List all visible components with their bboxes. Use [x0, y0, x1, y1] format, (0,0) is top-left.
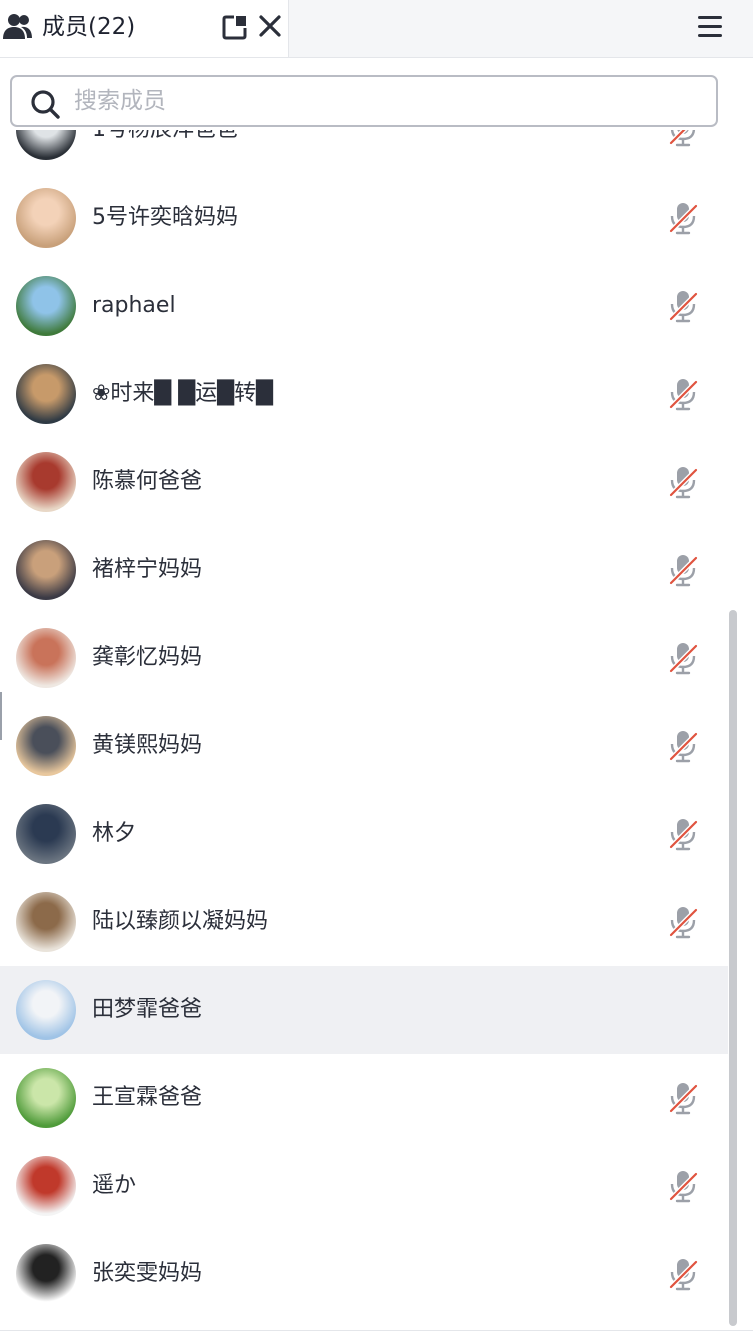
mic-muted-icon[interactable] [666, 1256, 700, 1296]
panel-header: 成员(22) [0, 0, 753, 58]
mic-muted-icon[interactable] [666, 904, 700, 944]
member-name: 陆以臻颜以凝妈妈 [92, 909, 269, 934]
member-row[interactable]: ❀时来█ █运█转█ [0, 350, 728, 438]
mic-muted-icon[interactable] [666, 728, 700, 768]
avatar [16, 452, 76, 512]
avatar [16, 716, 76, 776]
divider [0, 1330, 753, 1331]
member-list[interactable]: 1号杨辰洋爸爸 5号许奕晗妈妈 raphael ❀时来█ █运█转█ 陈慕何爸爸褚梓宁妈… [0, 130, 728, 1330]
members-tab[interactable]: 成员(22) [0, 0, 289, 57]
member-row[interactable]: raphael [0, 262, 728, 350]
member-row[interactable]: 1号杨辰洋爸爸 [0, 130, 728, 174]
mic-muted-icon[interactable] [666, 552, 700, 592]
members-icon [2, 12, 34, 46]
search-icon [30, 89, 60, 123]
member-name: raphael [92, 293, 176, 318]
avatar [16, 1156, 76, 1216]
member-name: 褚梓宁妈妈 [92, 557, 203, 582]
mic-muted-icon[interactable] [666, 816, 700, 856]
member-row[interactable]: 张奕雯妈妈 [0, 1230, 728, 1318]
member-row[interactable]: 褚梓宁妈妈 [0, 526, 728, 614]
mic-muted-icon[interactable] [666, 200, 700, 240]
avatar [16, 628, 76, 688]
search-input[interactable] [74, 83, 694, 119]
mic-muted-icon[interactable] [666, 130, 700, 152]
member-name: 黄镁熙妈妈 [92, 733, 203, 758]
mic-muted-icon[interactable] [666, 464, 700, 504]
member-name: 遥か [92, 1173, 137, 1198]
mic-muted-icon[interactable] [666, 1080, 700, 1120]
member-row[interactable]: 龚彰忆妈妈 [0, 614, 728, 702]
menu-icon[interactable] [696, 14, 724, 44]
member-name: ❀时来█ █运█转█ [92, 381, 274, 406]
member-row[interactable]: 陈慕何爸爸 [0, 438, 728, 526]
mic-muted-icon[interactable] [666, 288, 700, 328]
member-name: 田梦霏爸爸 [92, 997, 203, 1022]
member-row[interactable]: 陆以臻颜以凝妈妈 [0, 878, 728, 966]
avatar [16, 540, 76, 600]
mic-muted-icon[interactable] [666, 376, 700, 416]
avatar [16, 364, 76, 424]
member-row[interactable]: 林夕 [0, 790, 728, 878]
popout-icon[interactable] [222, 14, 248, 44]
tab-title: 成员(22) [42, 14, 136, 40]
member-name: 1号杨辰洋爸爸 [92, 130, 238, 146]
avatar [16, 892, 76, 952]
mic-muted-icon[interactable] [666, 1168, 700, 1208]
avatar [16, 804, 76, 864]
member-name: 林夕 [92, 821, 137, 846]
avatar [16, 1068, 76, 1128]
member-name: 陈慕何爸爸 [92, 469, 203, 494]
avatar [16, 130, 76, 160]
close-icon[interactable] [258, 14, 282, 42]
avatar [16, 188, 76, 248]
member-row[interactable]: 黄镁熙妈妈 [0, 702, 728, 790]
avatar [16, 276, 76, 336]
tab-bar-empty [289, 0, 753, 57]
member-row[interactable]: 遥か [0, 1142, 728, 1230]
search-box[interactable] [10, 75, 718, 127]
member-row[interactable]: 田梦霏爸爸 [0, 966, 728, 1054]
member-name: 张奕雯妈妈 [92, 1261, 203, 1286]
scrollbar-thumb[interactable] [729, 610, 737, 1326]
member-row[interactable]: 5号许奕晗妈妈 [0, 174, 728, 262]
member-name: 龚彰忆妈妈 [92, 645, 203, 670]
mic-muted-icon[interactable] [666, 640, 700, 680]
member-name: 5号许奕晗妈妈 [92, 205, 238, 230]
member-row[interactable]: 王宣霖爸爸 [0, 1054, 728, 1142]
member-name: 王宣霖爸爸 [92, 1085, 203, 1110]
resize-handle[interactable] [0, 692, 2, 740]
avatar [16, 1244, 76, 1304]
avatar [16, 980, 76, 1040]
